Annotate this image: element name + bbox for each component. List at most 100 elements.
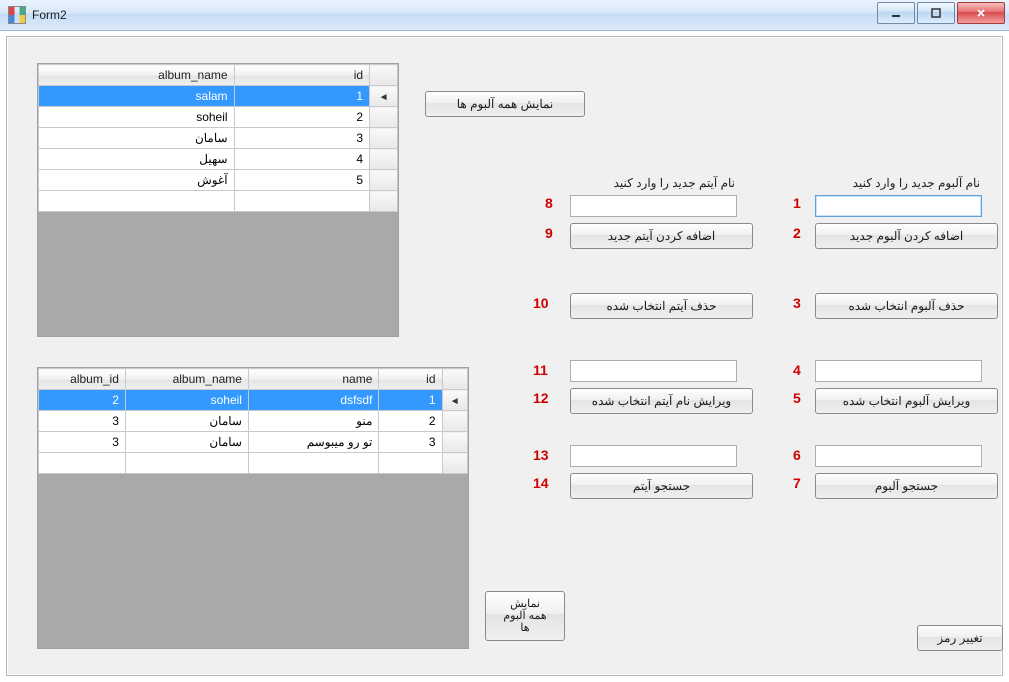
button-label: جستجو آیتم	[633, 479, 690, 493]
table-row[interactable]: 3سامانمنو2	[39, 411, 468, 432]
item-add-button[interactable]: اضافه کردن آیتم جدید	[570, 223, 753, 249]
minimize-button[interactable]	[877, 2, 915, 24]
client-area: album_nameidsalam1soheil2سامان3سهیل4آغوش…	[6, 36, 1003, 676]
item-new-input[interactable]	[570, 195, 737, 217]
cell-album_name[interactable]: soheil	[39, 107, 235, 128]
album-new-label: نام آلبوم جدید را وارد کنید	[815, 176, 980, 190]
titlebar: Form2	[0, 0, 1009, 31]
item-new-label: نام آیتم جدید را وارد کنید	[570, 176, 735, 190]
cell-album_name[interactable]: سامان	[125, 411, 248, 432]
anno-12: 12	[533, 390, 549, 406]
row-header[interactable]	[370, 149, 398, 170]
cell-id[interactable]: 5	[234, 170, 370, 191]
row-header-corner	[370, 65, 398, 86]
album-add-button[interactable]: اضافه کردن آلبوم جدید	[815, 223, 998, 249]
cell-name[interactable]: منو	[248, 411, 378, 432]
anno-11: 11	[533, 362, 548, 378]
cell-id[interactable]: 3	[379, 432, 442, 453]
album-delete-button[interactable]: حذف آلبوم انتخاب شده	[815, 293, 998, 319]
window-title: Form2	[32, 8, 67, 22]
table-new-row[interactable]	[39, 453, 468, 474]
show-all-albums-button[interactable]: نمایش همه آلبوم ها	[425, 91, 585, 117]
cell-id[interactable]: 2	[234, 107, 370, 128]
anno-5: 5	[793, 390, 801, 406]
table-row[interactable]: 2soheildsfsdf1	[39, 390, 468, 411]
button-label: نمایش همه آلبوم ها	[457, 97, 554, 111]
cell-id[interactable]: 4	[234, 149, 370, 170]
show-all-albums-small-button[interactable]: نمایش همه آلبوم ها	[485, 591, 565, 641]
item-edit-input[interactable]	[570, 360, 737, 382]
button-label: اضافه کردن آیتم جدید	[608, 229, 715, 243]
cell-album_name[interactable]: آغوش	[39, 170, 235, 191]
album-new-input[interactable]	[815, 195, 982, 217]
cell-album_name[interactable]: salam	[39, 86, 235, 107]
change-password-button[interactable]: تغییر رمز	[917, 625, 1003, 651]
album-search-button[interactable]: جستجو آلبوم	[815, 473, 998, 499]
album-edit-input[interactable]	[815, 360, 982, 382]
anno-10: 10	[533, 295, 549, 311]
column-header[interactable]: id	[234, 65, 370, 86]
cell-name[interactable]: dsfsdf	[248, 390, 378, 411]
row-header[interactable]	[370, 107, 398, 128]
row-header[interactable]	[442, 390, 468, 411]
album-search-input[interactable]	[815, 445, 982, 467]
button-label: جستجو آلبوم	[875, 479, 938, 493]
cell-album_name[interactable]: سهیل	[39, 149, 235, 170]
cell-album_name[interactable]: سامان	[39, 128, 235, 149]
cell-name[interactable]: تو رو میبوسم	[248, 432, 378, 453]
button-label: تغییر رمز	[937, 631, 982, 645]
anno-14: 14	[533, 475, 549, 491]
cell-album_id[interactable]: 2	[39, 390, 126, 411]
maximize-icon	[930, 7, 942, 19]
row-header[interactable]	[370, 170, 398, 191]
cell-id[interactable]: 2	[379, 411, 442, 432]
albums-grid[interactable]: album_nameidsalam1soheil2سامان3سهیل4آغوش…	[37, 63, 399, 337]
button-label: حذف آلبوم انتخاب شده	[848, 299, 964, 313]
anno-3: 3	[793, 295, 801, 311]
column-header[interactable]: id	[379, 369, 442, 390]
app-icon	[8, 6, 26, 24]
cell-id[interactable]: 1	[234, 86, 370, 107]
anno-2: 2	[793, 225, 801, 241]
maximize-button[interactable]	[917, 2, 955, 24]
item-delete-button[interactable]: حذف آیتم انتخاب شده	[570, 293, 753, 319]
item-edit-button[interactable]: ویرایش نام آیتم انتخاب شده	[570, 388, 753, 414]
table-new-row[interactable]	[39, 191, 398, 212]
row-header[interactable]	[442, 411, 468, 432]
cell-album_id[interactable]: 3	[39, 432, 126, 453]
cell-id[interactable]: 3	[234, 128, 370, 149]
table-row[interactable]: آغوش5	[39, 170, 398, 191]
close-icon	[975, 7, 987, 19]
row-header-corner	[442, 369, 468, 390]
item-search-input[interactable]	[570, 445, 737, 467]
cell-album_id[interactable]: 3	[39, 411, 126, 432]
anno-4: 4	[793, 362, 801, 378]
table-row[interactable]: سهیل4	[39, 149, 398, 170]
table-row[interactable]: salam1	[39, 86, 398, 107]
item-search-button[interactable]: جستجو آیتم	[570, 473, 753, 499]
column-header[interactable]: album_id	[39, 369, 126, 390]
table-row[interactable]: soheil2	[39, 107, 398, 128]
close-button[interactable]	[957, 2, 1005, 24]
table-row[interactable]: سامان3	[39, 128, 398, 149]
anno-9: 9	[545, 225, 553, 241]
button-label: نمایش همه آلبوم ها	[503, 598, 546, 634]
column-header[interactable]: album_name	[125, 369, 248, 390]
anno-13: 13	[533, 447, 549, 463]
cell-album_name[interactable]: soheil	[125, 390, 248, 411]
row-header[interactable]	[442, 432, 468, 453]
album-edit-button[interactable]: ویرایش آلبوم انتخاب شده	[815, 388, 998, 414]
button-label: حذف آیتم انتخاب شده	[606, 299, 716, 313]
column-header[interactable]: album_name	[39, 65, 235, 86]
anno-8: 8	[545, 195, 553, 211]
items-grid[interactable]: album_idalbum_namenameid2soheildsfsdf13س…	[37, 367, 469, 649]
row-header[interactable]	[370, 128, 398, 149]
table-row[interactable]: 3سامانتو رو میبوسم3	[39, 432, 468, 453]
column-header[interactable]: name	[248, 369, 378, 390]
cell-album_name[interactable]: سامان	[125, 432, 248, 453]
button-label: اضافه کردن آلبوم جدید	[850, 229, 963, 243]
anno-6: 6	[793, 447, 801, 463]
row-header[interactable]	[370, 86, 398, 107]
minimize-icon	[890, 7, 902, 19]
cell-id[interactable]: 1	[379, 390, 442, 411]
